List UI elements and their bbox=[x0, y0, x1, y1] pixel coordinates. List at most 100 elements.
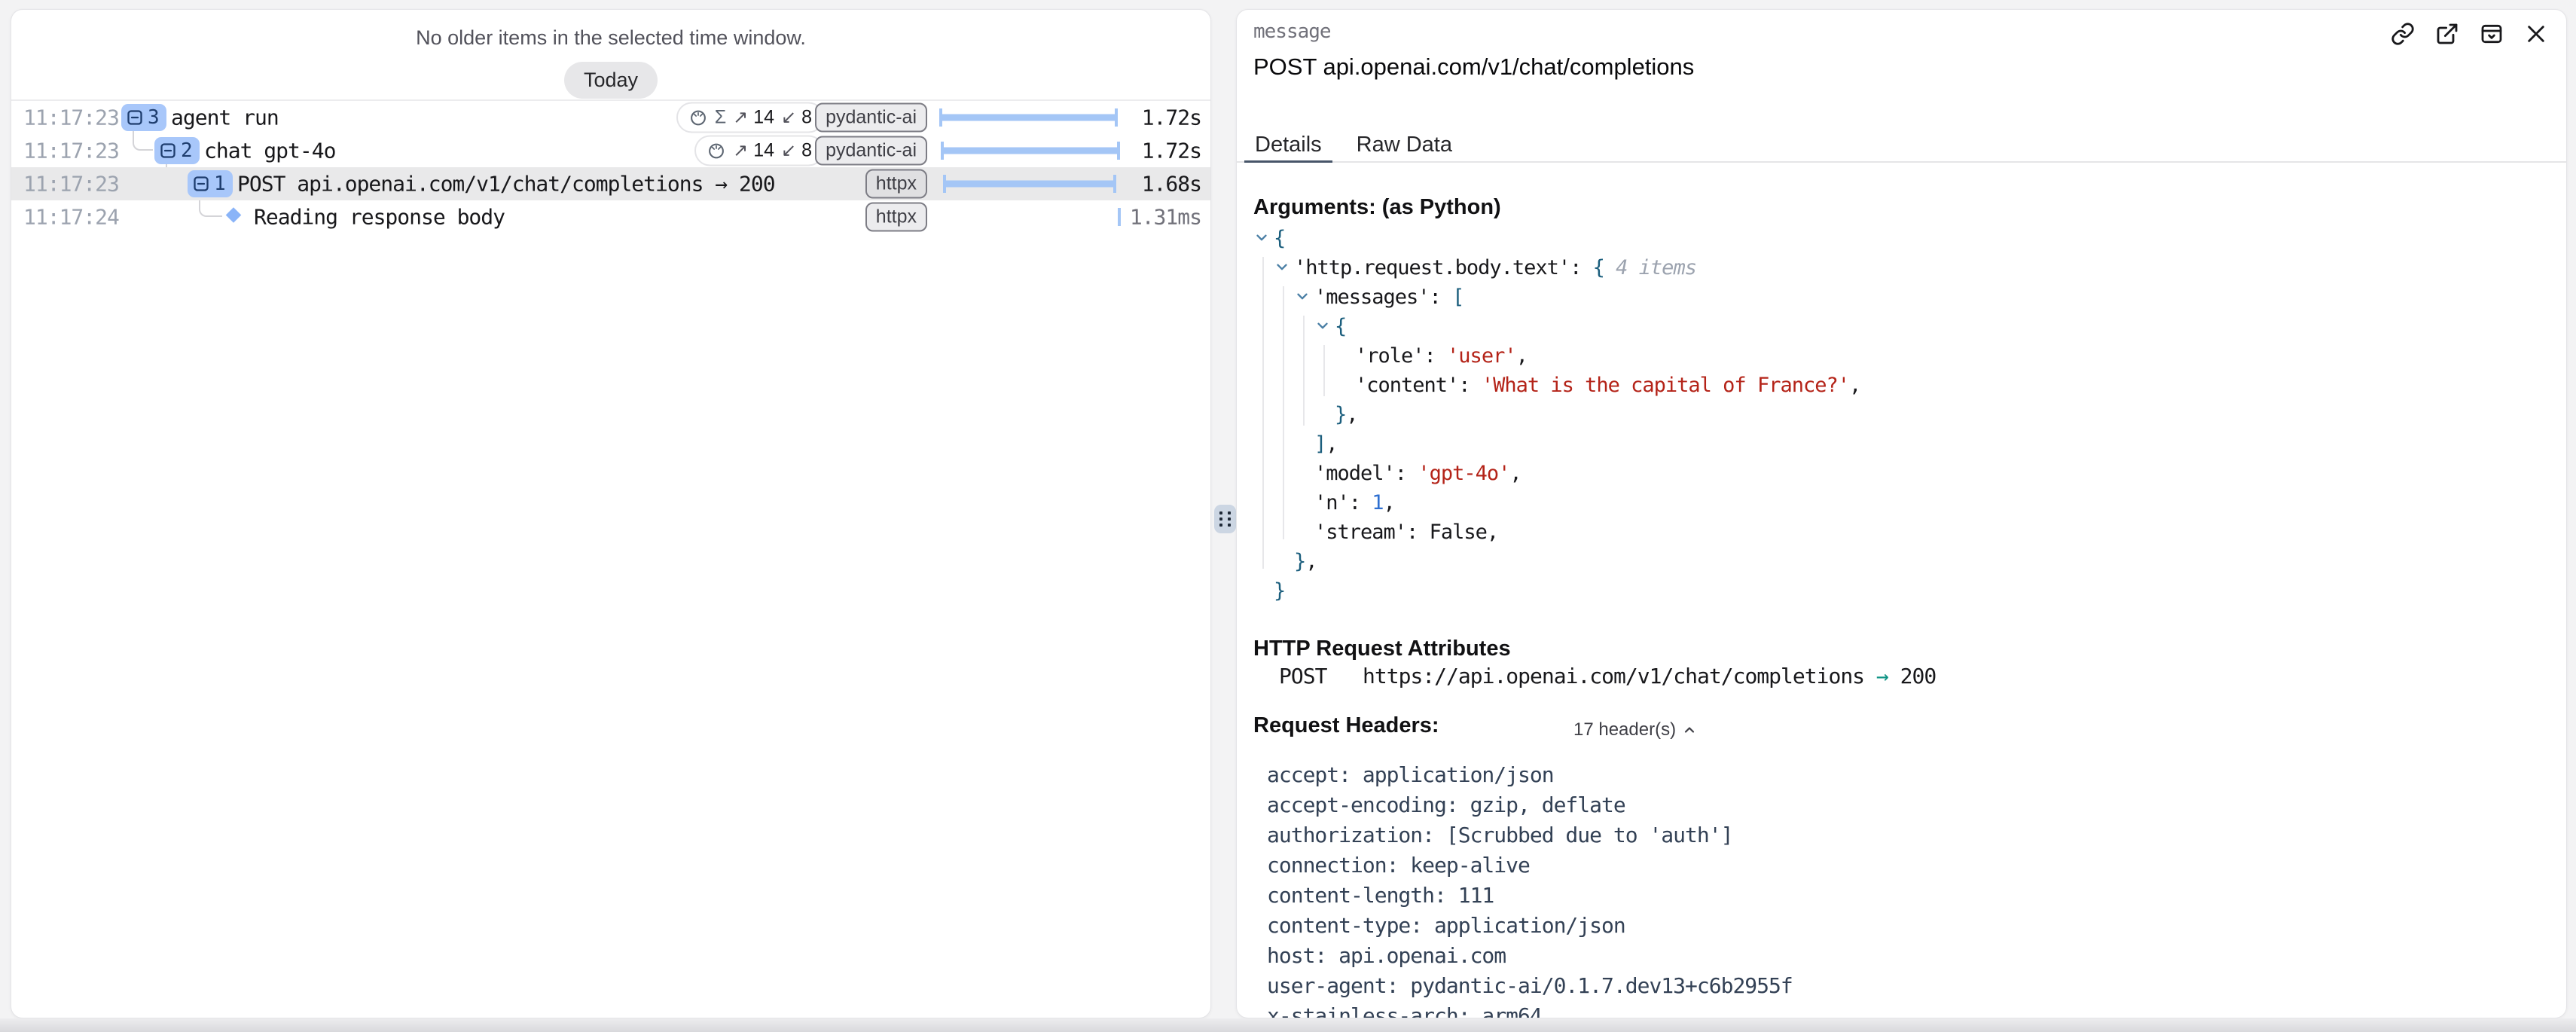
request-headers-list: accept: application/jsonaccept-encoding:… bbox=[1267, 760, 2551, 1018]
indent-guide bbox=[1323, 345, 1325, 396]
service-tag[interactable]: pydantic-ai bbox=[815, 103, 927, 133]
http-attributes-heading: HTTP Request Attributes bbox=[1253, 637, 1511, 661]
service-tag[interactable]: httpx bbox=[865, 203, 927, 232]
copy-link-icon[interactable] bbox=[2391, 22, 2415, 46]
code-line: } bbox=[1253, 576, 2551, 606]
minus-square-icon bbox=[159, 142, 177, 160]
trace-row[interactable]: 11:17:233agent runΣ↗ 14↙ 8pydantic-ai1.7… bbox=[11, 101, 1210, 134]
duration-bar bbox=[939, 175, 1122, 193]
indent-guide bbox=[1283, 286, 1284, 539]
duration-label: 1.72s bbox=[1103, 105, 1201, 130]
collapse-chevron-icon[interactable] bbox=[1314, 313, 1335, 342]
row-label: agent run bbox=[171, 105, 279, 130]
chevron-up-icon bbox=[1682, 722, 1697, 737]
code-line: ], bbox=[1253, 429, 2551, 459]
sent-arrow-icon: ↗ bbox=[733, 108, 748, 128]
minus-square-icon bbox=[192, 175, 210, 193]
header-line: accept: application/json bbox=[1267, 760, 2551, 790]
span-kind-label: message bbox=[1253, 20, 1331, 43]
header-line: user-agent: pydantic-ai/0.1.7.dev13+c6b2… bbox=[1267, 971, 2551, 1001]
code-line: 'stream': False, bbox=[1253, 518, 2551, 547]
headers-collapse-toggle[interactable]: 17 header(s) bbox=[1573, 719, 1697, 740]
arguments-heading: Arguments: (as Python) bbox=[1253, 195, 1501, 220]
row-timestamp: 11:17:23 bbox=[23, 105, 119, 130]
minus-square-icon bbox=[126, 108, 144, 127]
collapse-badge[interactable]: 3 bbox=[121, 104, 166, 131]
timeline-empty-state: No older items in the selected time wind… bbox=[11, 10, 1210, 101]
duration-bar bbox=[939, 208, 1122, 226]
dock-panel-icon[interactable] bbox=[2480, 22, 2504, 46]
service-tag[interactable]: pydantic-ai bbox=[815, 136, 927, 166]
duration-label: 1.31ms bbox=[1103, 205, 1201, 230]
row-label: chat gpt-4o bbox=[204, 139, 335, 163]
close-icon[interactable] bbox=[2524, 22, 2548, 46]
service-tag[interactable]: httpx bbox=[865, 169, 927, 199]
header-line: connection: keep-alive bbox=[1267, 850, 2551, 881]
header-line: content-length: 111 bbox=[1267, 881, 2551, 911]
collapse-badge[interactable]: 2 bbox=[154, 137, 200, 164]
coin-icon bbox=[707, 141, 726, 160]
request-headers-heading: Request Headers: bbox=[1253, 713, 1439, 738]
status-arrow-icon: → bbox=[1876, 664, 1888, 689]
token-usage-pill[interactable]: ↗ 14↙ 8 bbox=[694, 136, 824, 166]
row-timestamp: 11:17:23 bbox=[23, 172, 119, 197]
code-line: { bbox=[1253, 224, 2551, 253]
trace-row[interactable]: 11:17:24Reading response bodyhttpx1.31ms bbox=[11, 200, 1210, 234]
scrollbar-track[interactable] bbox=[0, 1018, 2576, 1032]
row-label: POST api.openai.com/v1/chat/completions … bbox=[237, 172, 775, 197]
child-count: 3 bbox=[148, 106, 160, 129]
code-line: }, bbox=[1253, 400, 2551, 429]
header-line: host: api.openai.com bbox=[1267, 941, 2551, 971]
collapse-chevron-icon[interactable] bbox=[1294, 283, 1314, 313]
duration-bar bbox=[939, 142, 1122, 160]
collapse-badge[interactable]: 1 bbox=[188, 170, 233, 197]
tab-raw-data[interactable]: Raw Data bbox=[1355, 129, 1454, 161]
trace-timeline-panel: No older items in the selected time wind… bbox=[11, 9, 1211, 1018]
request-url: https://api.openai.com/v1/chat/completio… bbox=[1363, 664, 1864, 689]
code-line: 'n': 1, bbox=[1253, 488, 2551, 518]
trace-row[interactable]: 11:17:23 1POST api.openai.com/v1/chat/com… bbox=[11, 167, 1210, 200]
token-usage-pill[interactable]: Σ↗ 14↙ 8 bbox=[676, 102, 824, 133]
request-method: POST bbox=[1279, 664, 1326, 689]
indent-guide bbox=[1262, 257, 1264, 569]
span-diamond-icon bbox=[224, 206, 243, 229]
drag-dots-icon bbox=[1219, 511, 1232, 527]
code-line: }, bbox=[1253, 547, 2551, 576]
open-in-new-icon[interactable] bbox=[2435, 22, 2459, 46]
collapse-chevron-icon[interactable] bbox=[1253, 224, 1274, 254]
header-line: authorization: [Scrubbed due to 'auth'] bbox=[1267, 820, 2551, 850]
detail-tabs: Details Raw Data bbox=[1237, 129, 2566, 163]
panel-resize-handle[interactable] bbox=[1214, 505, 1236, 533]
code-line: 'model': 'gpt-4o', bbox=[1253, 459, 2551, 488]
header-line: x-stainless-arch: arm64 bbox=[1267, 1001, 2551, 1018]
sent-arrow-icon: ↗ bbox=[733, 141, 748, 161]
duration-label: 1.72s bbox=[1103, 139, 1201, 163]
header-line: content-type: application/json bbox=[1267, 911, 2551, 941]
code-line: 'role': 'user', bbox=[1253, 341, 2551, 371]
arguments-code-tree: {'http.request.body.text': { 4 items'mes… bbox=[1253, 224, 2551, 608]
duration-label: 1.68s bbox=[1103, 172, 1201, 197]
span-title: POST api.openai.com/v1/chat/completions bbox=[1253, 53, 1694, 81]
http-request-line: POST https://api.openai.com/v1/chat/comp… bbox=[1279, 664, 1936, 689]
code-line: 'messages': [ bbox=[1253, 282, 2551, 312]
sigma-icon: Σ bbox=[715, 107, 726, 129]
code-line: 'http.request.body.text': { 4 items bbox=[1253, 253, 2551, 282]
row-timestamp: 11:17:23 bbox=[23, 139, 119, 163]
header-line: accept-encoding: gzip, deflate bbox=[1267, 790, 2551, 820]
indent-guide bbox=[1303, 316, 1305, 426]
code-line: { bbox=[1253, 312, 2551, 341]
today-button[interactable]: Today bbox=[564, 62, 658, 99]
panel-actions bbox=[2391, 22, 2548, 46]
child-count: 2 bbox=[181, 139, 193, 162]
code-line: 'content': 'What is the capital of Franc… bbox=[1253, 371, 2551, 400]
trace-row[interactable]: 11:17:23 2 chat gpt-4o ↗ 14↙ 8pydantic-ai 1.… bbox=[11, 134, 1210, 167]
received-arrow-icon: ↙ bbox=[781, 141, 796, 161]
received-arrow-icon: ↙ bbox=[781, 108, 796, 128]
collapse-chevron-icon[interactable] bbox=[1274, 254, 1294, 283]
request-status: 200 bbox=[1900, 664, 1937, 689]
duration-bar bbox=[939, 108, 1122, 127]
tab-details[interactable]: Details bbox=[1253, 129, 1323, 161]
coin-icon bbox=[688, 108, 708, 127]
empty-notice: No older items in the selected time wind… bbox=[416, 26, 806, 50]
span-detail-panel: message POST api.openai.com/v1/chat/comp… bbox=[1236, 9, 2567, 1018]
